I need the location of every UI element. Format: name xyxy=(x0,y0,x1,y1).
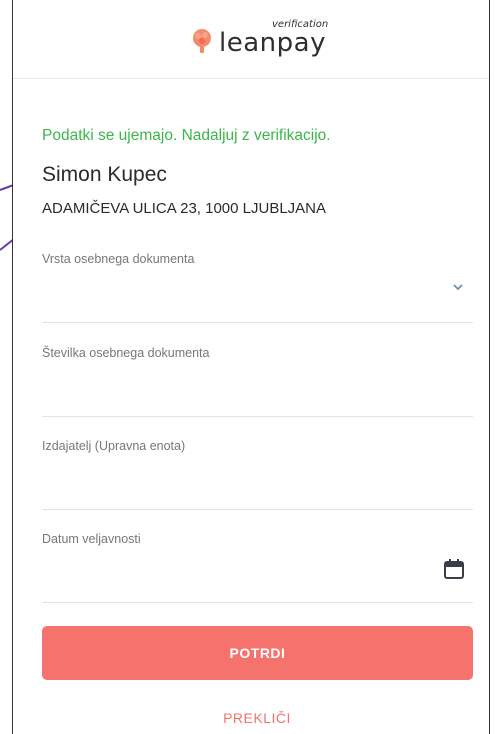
logo-subtext: verification xyxy=(272,19,329,30)
brain-logo-icon xyxy=(193,29,211,53)
leanpay-logo: leanpay verification xyxy=(189,18,349,62)
user-name: Simon Kupec xyxy=(42,163,167,186)
document-number-field[interactable]: Številka osebnega dokumenta xyxy=(42,346,473,417)
issuer-label: Izdajatelj (Upravna enota) xyxy=(42,439,186,453)
verification-panel: leanpay verification Podatki se ujemajo.… xyxy=(12,0,490,734)
cancel-button[interactable]: PREKLIČI xyxy=(41,710,473,726)
logo-wordmark: leanpay xyxy=(219,28,326,58)
user-address: ADAMIČEVA ULICA 23, 1000 LJUBLJANA xyxy=(42,200,327,217)
confirm-button[interactable]: POTRDI xyxy=(42,626,473,680)
chevron-down-icon[interactable] xyxy=(451,280,465,294)
calendar-icon[interactable] xyxy=(443,558,465,580)
expiry-date-label: Datum veljavnosti xyxy=(42,532,141,546)
document-number-label: Številka osebnega dokumenta xyxy=(42,346,210,360)
expiry-date-field[interactable]: Datum veljavnosti xyxy=(42,532,473,603)
issuer-field[interactable]: Izdajatelj (Upravna enota) xyxy=(42,439,473,510)
document-type-label: Vrsta osebnega dokumenta xyxy=(42,252,195,266)
document-type-select[interactable]: Vrsta osebnega dokumenta xyxy=(42,252,473,323)
header: leanpay verification xyxy=(13,0,489,79)
status-message: Podatki se ujemajo. Nadaljuj z verifikac… xyxy=(42,127,331,144)
